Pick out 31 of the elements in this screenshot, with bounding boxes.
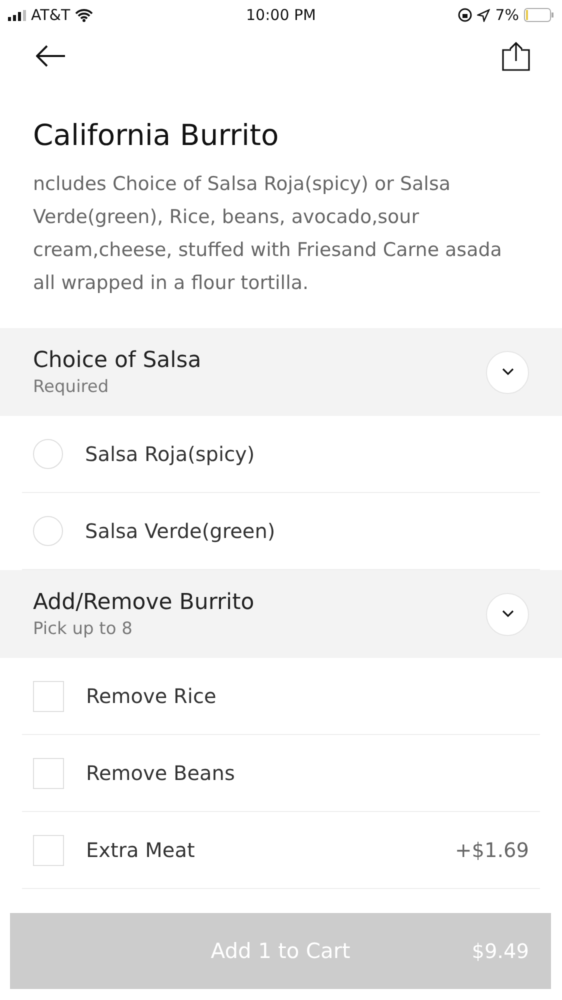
radio-button[interactable] — [33, 439, 63, 469]
section-subtitle: Pick up to 8 — [33, 618, 134, 638]
option-price: +$1.69 — [454, 838, 529, 862]
option-label: Salsa Roja(spicy) — [85, 442, 256, 466]
back-button[interactable] — [36, 45, 66, 67]
battery-percent: 7% — [495, 6, 520, 24]
location-arrow-icon — [477, 8, 490, 22]
option-label: Salsa Verde(green) — [85, 519, 276, 543]
item-description: ncludes Choice of Salsa Roja(spicy) or Salsa Verde(green), Rice, beans, avocado,sour cream,cheese, stuffed with Friesand Carne asada all wrapped in a flour tortilla. — [33, 172, 503, 296]
rotation-lock-icon — [458, 8, 472, 22]
checkbox[interactable] — [33, 758, 64, 788]
item-title: California Burrito — [33, 118, 280, 152]
chevron-down-icon — [502, 610, 514, 618]
chevron-down-icon — [502, 368, 514, 376]
clock-time: 10:00 PM — [246, 6, 316, 24]
radio-button[interactable] — [33, 516, 63, 546]
signal-icon — [8, 10, 26, 20]
option-label: Extra Meat — [86, 838, 196, 862]
expand-button[interactable] — [486, 350, 529, 394]
section-title: Add/Remove Burrito — [33, 590, 254, 614]
battery-icon — [524, 8, 554, 22]
carrier-name: AT&T — [31, 6, 70, 24]
wifi-icon — [75, 8, 94, 22]
checkbox[interactable] — [33, 680, 64, 712]
section-title: Choice of Salsa — [33, 348, 202, 372]
section-subtitle: Required — [33, 376, 110, 396]
share-button[interactable] — [502, 41, 530, 71]
option-label: Remove Beans — [86, 761, 236, 785]
checkbox[interactable] — [33, 834, 64, 866]
expand-button[interactable] — [486, 592, 529, 636]
option-label: Remove Rice — [86, 684, 218, 708]
